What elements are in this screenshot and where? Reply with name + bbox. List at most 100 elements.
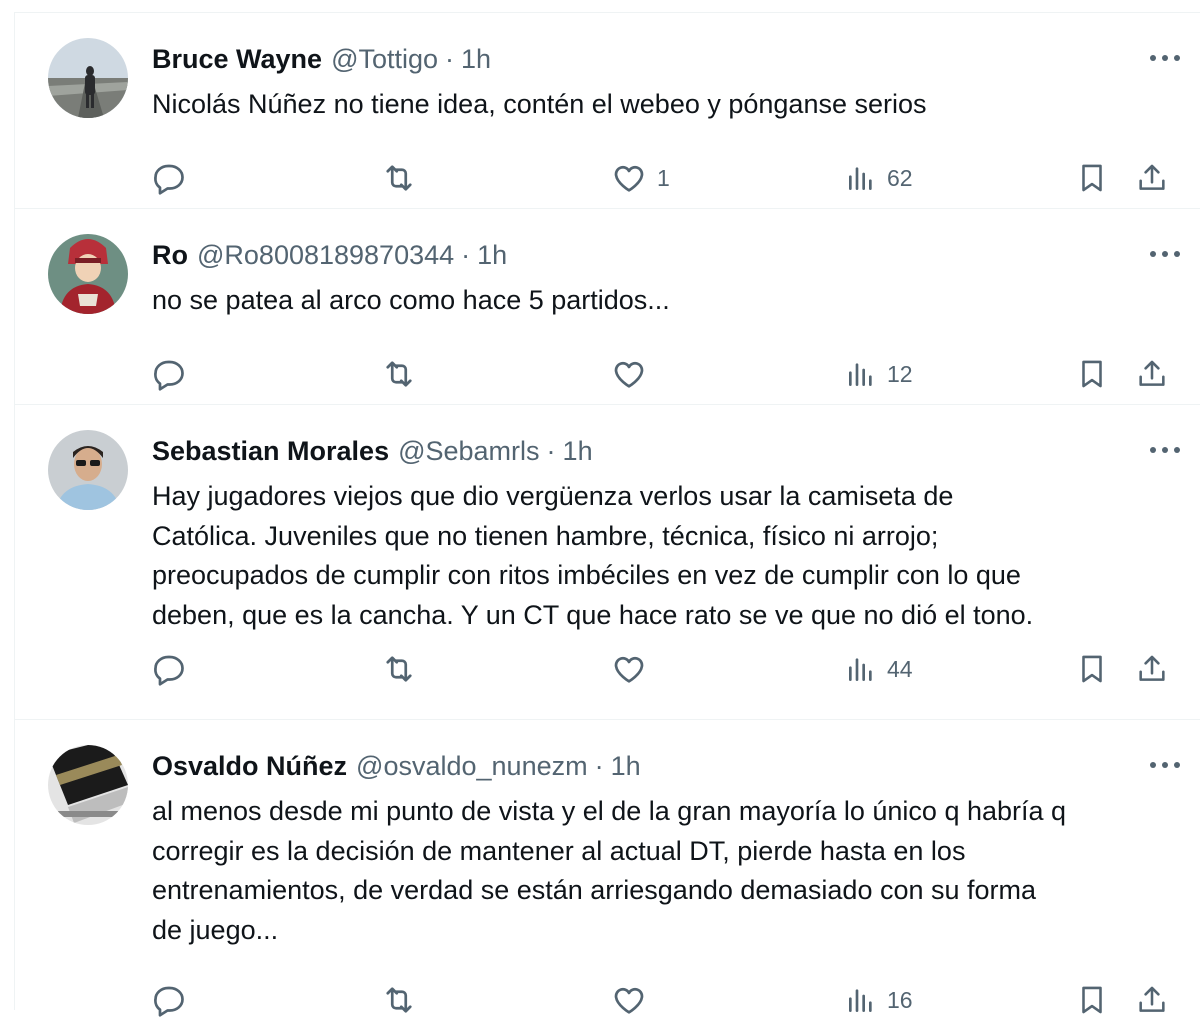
author-handle[interactable]: @osvaldo_nunezm: [356, 751, 588, 782]
avatar[interactable]: [48, 745, 128, 825]
like-icon: [611, 982, 647, 1018]
replies-feed: Bruce Wayne @Tottigo · 1h Nicolás Núñez …: [14, 12, 1200, 1017]
author-handle[interactable]: @Tottigo: [331, 44, 438, 75]
views-button[interactable]: 12: [845, 354, 913, 394]
tweet-text: Hay jugadores viejos que dio vergüenza v…: [152, 477, 1182, 635]
author-name[interactable]: Bruce Wayne: [152, 44, 322, 75]
views-icon: [845, 358, 877, 390]
more-icon[interactable]: [1147, 43, 1183, 73]
share-button[interactable]: [1135, 649, 1169, 689]
retweet-icon: [381, 982, 417, 1018]
view-count: 16: [887, 986, 913, 1013]
timestamp[interactable]: 1h: [477, 240, 507, 271]
views-button[interactable]: 44: [845, 649, 913, 689]
tweet[interactable]: Sebastian Morales @Sebamrls · 1h Hay jug…: [15, 405, 1200, 720]
reply-button[interactable]: [151, 158, 187, 198]
retweet-button[interactable]: [381, 354, 417, 394]
bookmark-button[interactable]: [1075, 158, 1109, 198]
author-name[interactable]: Osvaldo Núñez: [152, 751, 347, 782]
tweet-text-line: Hay jugadores viejos que dio vergüenza v…: [152, 481, 954, 511]
like-button[interactable]: [611, 649, 657, 689]
tweet-text-line: Católica. Juveniles que no tienen hambre…: [152, 520, 939, 551]
share-icon: [1135, 983, 1169, 1017]
timestamp[interactable]: 1h: [563, 436, 593, 467]
share-button[interactable]: [1135, 158, 1169, 198]
avatar[interactable]: [48, 38, 128, 118]
tweet-header: Bruce Wayne @Tottigo · 1h: [152, 42, 491, 76]
view-count: 44: [887, 655, 913, 682]
views-icon: [845, 162, 877, 194]
reply-button[interactable]: [151, 980, 187, 1020]
views-icon: [845, 984, 877, 1016]
action-bar: 12: [15, 354, 1200, 394]
bookmark-icon: [1075, 983, 1109, 1017]
bookmark-icon: [1075, 161, 1109, 195]
action-bar: 1 62: [15, 158, 1200, 198]
author-name[interactable]: Sebastian Morales: [152, 436, 389, 467]
tweet[interactable]: Bruce Wayne @Tottigo · 1h Nicolás Núñez …: [15, 13, 1200, 209]
retweet-icon: [381, 160, 417, 196]
tweet-text: Nicolás Núñez no tiene idea, contén el w…: [152, 85, 1182, 125]
share-button[interactable]: [1135, 980, 1169, 1020]
tweet-text: no se patea al arco como hace 5 partidos…: [152, 281, 1182, 321]
like-button[interactable]: [611, 354, 657, 394]
separator-dot: ·: [461, 239, 471, 270]
author-handle[interactable]: @Sebamrls: [398, 436, 539, 467]
reply-icon: [151, 160, 187, 196]
share-icon: [1135, 161, 1169, 195]
like-button[interactable]: 1: [611, 158, 670, 198]
tweet-text-line: de juego...: [152, 914, 279, 945]
tweet-text-line: entrenamientos, de verdad se están arrie…: [152, 875, 1037, 905]
retweet-button[interactable]: [381, 649, 417, 689]
tweet-header: Sebastian Morales @Sebamrls · 1h: [152, 434, 593, 468]
reply-icon: [151, 356, 187, 392]
reply-button[interactable]: [151, 649, 187, 689]
bookmark-button[interactable]: [1075, 354, 1109, 394]
tweet[interactable]: Osvaldo Núñez @osvaldo_nunezm · 1h al me…: [15, 720, 1200, 1017]
tweet-text-line: al menos desde mi punto de vista y el de…: [152, 796, 1067, 826]
reply-icon: [151, 982, 187, 1018]
like-button[interactable]: [611, 980, 657, 1020]
bookmark-icon: [1075, 357, 1109, 391]
avatar[interactable]: [48, 430, 128, 510]
retweet-button[interactable]: [381, 158, 417, 198]
views-icon: [845, 653, 877, 685]
separator-dot: ·: [445, 43, 455, 74]
tweet-text: al menos desde mi punto de vista y el de…: [152, 792, 1182, 950]
tweet[interactable]: Ro @Ro8008189870344 · 1h no se patea al …: [15, 209, 1200, 405]
more-icon[interactable]: [1147, 239, 1183, 269]
retweet-icon: [381, 356, 417, 392]
like-icon: [611, 651, 647, 687]
action-bar: 44: [15, 649, 1200, 689]
action-bar: 16: [15, 980, 1200, 1020]
timestamp[interactable]: 1h: [461, 44, 491, 75]
reply-button[interactable]: [151, 354, 187, 394]
separator-dot: ·: [594, 750, 604, 781]
like-icon: [611, 160, 647, 196]
view-count: 12: [887, 360, 913, 387]
separator-dot: ·: [546, 435, 556, 466]
tweet-header: Osvaldo Núñez @osvaldo_nunezm · 1h: [152, 749, 641, 783]
retweet-button[interactable]: [381, 980, 417, 1020]
avatar[interactable]: [48, 234, 128, 314]
tweet-header: Ro @Ro8008189870344 · 1h: [152, 238, 507, 272]
more-icon[interactable]: [1147, 435, 1183, 465]
views-button[interactable]: 16: [845, 980, 913, 1020]
like-count: 1: [657, 164, 670, 191]
tweet-text-line: deben, que es la cancha. Y un CT que hac…: [152, 599, 1034, 630]
share-button[interactable]: [1135, 354, 1169, 394]
share-icon: [1135, 652, 1169, 686]
tweet-text-line: preocupados de cumplir con ritos imbécil…: [152, 560, 1021, 590]
author-name[interactable]: Ro: [152, 240, 188, 271]
tweet-text-line: Nicolás Núñez no tiene idea, contén el w…: [152, 89, 927, 119]
like-icon: [611, 356, 647, 392]
more-icon[interactable]: [1147, 750, 1183, 780]
bookmark-button[interactable]: [1075, 649, 1109, 689]
timestamp[interactable]: 1h: [611, 751, 641, 782]
share-icon: [1135, 357, 1169, 391]
retweet-icon: [381, 651, 417, 687]
reply-icon: [151, 651, 187, 687]
views-button[interactable]: 62: [845, 158, 913, 198]
author-handle[interactable]: @Ro8008189870344: [197, 240, 454, 271]
bookmark-button[interactable]: [1075, 980, 1109, 1020]
